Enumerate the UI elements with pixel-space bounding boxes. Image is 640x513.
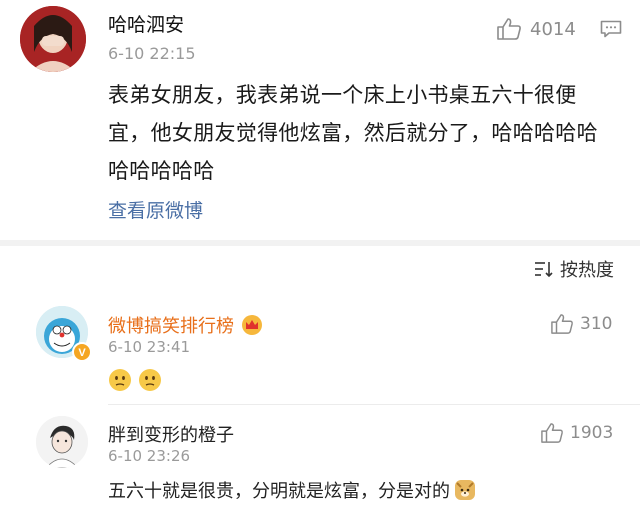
sort-icon xyxy=(535,262,553,278)
comment-like-button[interactable]: 310 xyxy=(550,313,612,335)
sort-by-hot-button[interactable]: 按热度 xyxy=(534,256,614,282)
post-timestamp: 6-10 22:15 xyxy=(108,44,196,63)
thumbs-up-icon xyxy=(551,314,573,334)
post-author-avatar[interactable] xyxy=(20,6,86,72)
post-body-text: 表弟女朋友，我表弟说一个床上小书桌五六十很便宜，他女朋友觉得他炫富，然后就分了，… xyxy=(108,83,598,183)
comment-body-text: 五六十就是很贵，分明就是炫富，分是对的 xyxy=(108,481,450,502)
comment-like-count: 1903 xyxy=(570,423,614,443)
sort-label: 按热度 xyxy=(560,260,614,281)
avatar-image xyxy=(36,416,88,468)
post-author-name[interactable]: 哈哈泗安 xyxy=(108,10,184,37)
comment-timestamp: 6-10 23:41 xyxy=(108,338,191,356)
comment-like-button[interactable]: 1903 xyxy=(540,422,613,444)
thumbs-up-icon xyxy=(541,423,563,443)
comment-author-name[interactable]: 微博搞笑排行榜 xyxy=(108,312,234,338)
thumbs-up-icon xyxy=(497,18,521,40)
thinking-face-emoji xyxy=(139,369,161,391)
comment-body xyxy=(108,368,162,392)
post-comment-button[interactable] xyxy=(600,20,622,42)
comment-avatar[interactable] xyxy=(36,416,88,468)
avatar-image xyxy=(20,6,86,72)
post-like-button[interactable]: 4014 xyxy=(496,17,576,41)
crown-badge-icon xyxy=(242,315,262,335)
comment-author-name[interactable]: 胖到变形的橙子 xyxy=(108,421,234,447)
section-divider xyxy=(0,240,640,246)
comment-separator xyxy=(108,404,640,405)
thinking-face-emoji xyxy=(109,369,131,391)
svg-text:V: V xyxy=(78,347,86,359)
doge-emoji xyxy=(455,480,475,500)
comment-bubble-icon xyxy=(600,20,622,38)
comment-timestamp: 6-10 23:26 xyxy=(108,447,191,465)
verified-badge-icon: V xyxy=(72,342,92,362)
view-original-link[interactable]: 查看原微博 xyxy=(108,196,203,223)
post-like-count: 4014 xyxy=(530,18,576,40)
comment-like-count: 310 xyxy=(580,314,613,334)
